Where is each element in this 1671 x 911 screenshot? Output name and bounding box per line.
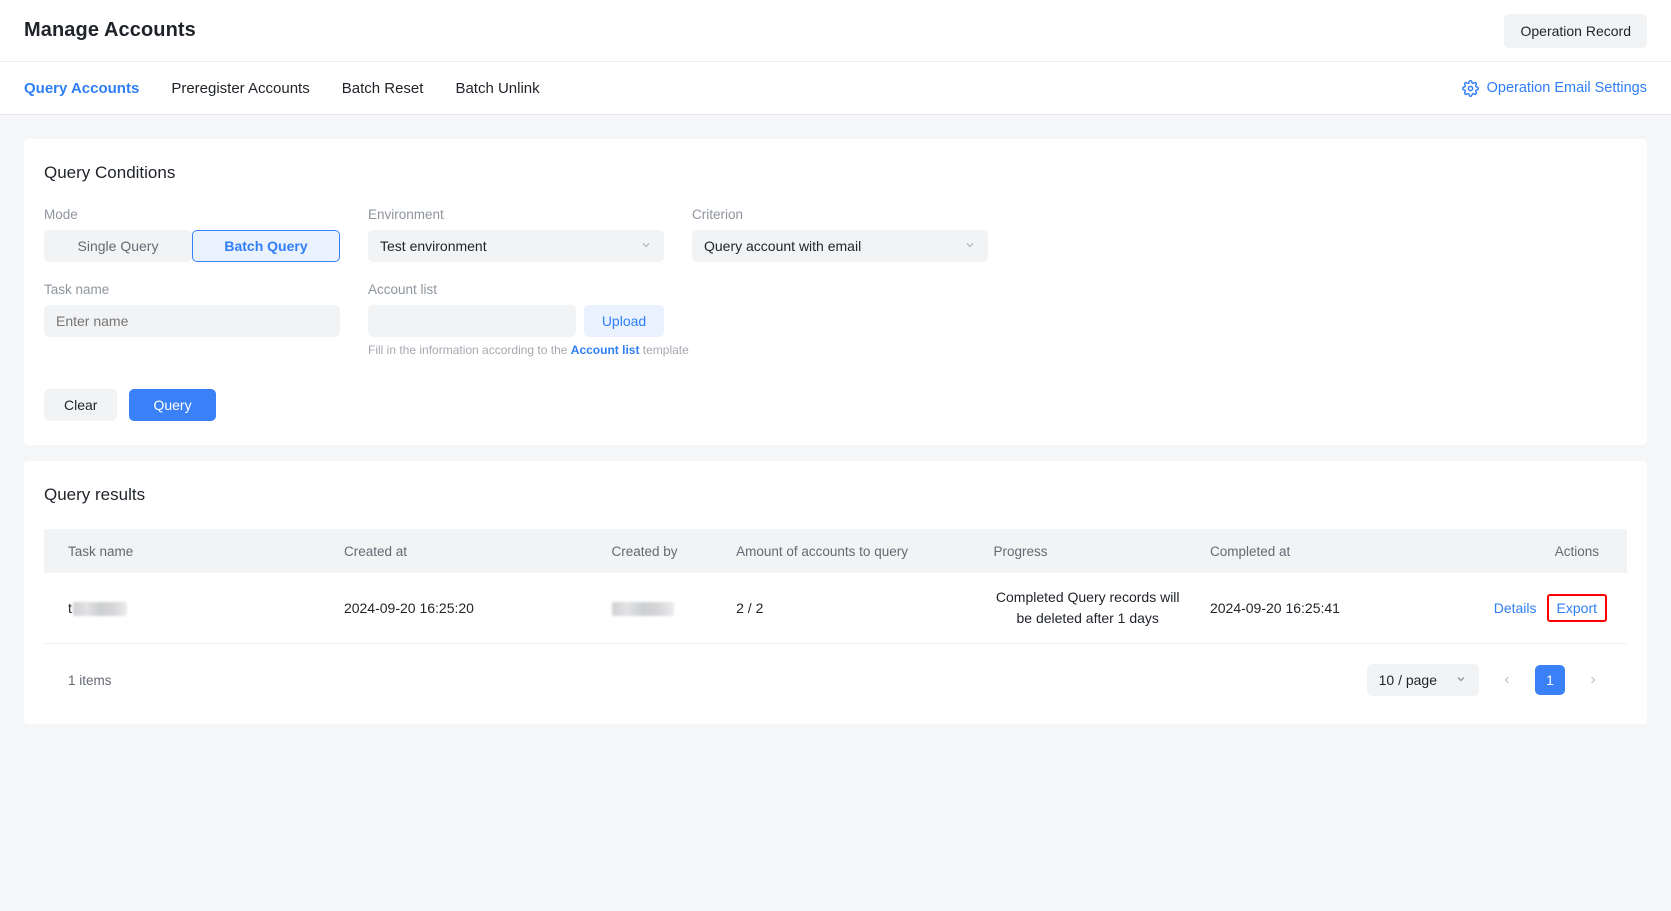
operation-email-settings-link[interactable]: Operation Email Settings: [1461, 79, 1647, 97]
query-conditions-title: Query Conditions: [44, 163, 176, 182]
pagination-page-1[interactable]: 1: [1535, 665, 1565, 695]
hint-prefix: Fill in the information according to the: [368, 343, 571, 357]
page-size-value: 10 / page: [1378, 672, 1437, 688]
column-header-created-at: Created at: [329, 529, 598, 573]
account-list-input[interactable]: [368, 305, 576, 337]
form-row-2: Task name Account list Upload Fill in th…: [44, 282, 1627, 357]
mode-option-batch-query[interactable]: Batch Query: [192, 230, 340, 262]
cell-created-at: 2024-09-20 16:25:20: [329, 573, 598, 644]
cell-created-by: [597, 573, 723, 644]
pagination-next-button[interactable]: [1579, 666, 1607, 694]
chevron-down-icon: [640, 239, 652, 253]
tab-list: Query Accounts Preregister Accounts Batc…: [24, 62, 556, 114]
field-environment: Environment Test environment: [368, 207, 692, 262]
field-criterion: Criterion Query account with email: [692, 207, 1016, 262]
details-link[interactable]: Details: [1488, 598, 1543, 618]
query-results-card: Query results Task name Created at Creat…: [24, 461, 1647, 724]
column-header-actions: Actions: [1463, 529, 1627, 573]
mode-option-single-query[interactable]: Single Query: [44, 230, 192, 262]
table-header: Task name Created at Created by Amount o…: [44, 529, 1627, 573]
redacted-task-name: [72, 602, 127, 617]
query-results-title: Query results: [44, 485, 146, 504]
field-mode: Mode Single Query Batch Query: [44, 207, 368, 262]
task-name-visible-text: t: [68, 599, 72, 616]
gear-icon: [1461, 79, 1479, 97]
content-area: Query Conditions Mode Single Query Batch…: [0, 115, 1671, 748]
tab-batch-unlink[interactable]: Batch Unlink: [439, 62, 555, 114]
chevron-down-icon: [1455, 673, 1467, 687]
operation-record-button[interactable]: Operation Record: [1504, 13, 1647, 48]
field-account-list: Account list Upload Fill in the informat…: [368, 282, 692, 357]
account-list-row: Upload: [368, 305, 692, 337]
chevron-down-icon: [964, 239, 976, 253]
environment-select[interactable]: Test environment: [368, 230, 664, 262]
hint-suffix: template: [639, 343, 689, 357]
tab-query-accounts[interactable]: Query Accounts: [24, 62, 155, 114]
column-header-task-name: Task name: [44, 529, 330, 573]
pagination-prev-button[interactable]: [1493, 666, 1521, 694]
operation-email-settings-label: Operation Email Settings: [1486, 80, 1647, 96]
redacted-created-by: [611, 602, 674, 617]
form-row-1: Mode Single Query Batch Query Environmen…: [44, 207, 1627, 262]
cell-progress: Completed Query records will be deleted …: [979, 573, 1196, 644]
table-header-row: Task name Created at Created by Amount o…: [44, 529, 1627, 573]
items-count: 1 items: [68, 672, 112, 688]
cell-task-name: t: [44, 573, 330, 644]
clear-button[interactable]: Clear: [44, 389, 118, 421]
export-highlight-box: Export: [1546, 594, 1607, 622]
account-list-hint: Fill in the information according to the…: [368, 343, 692, 357]
query-results-table: Task name Created at Created by Amount o…: [44, 529, 1627, 644]
pager: 10 / page 1: [1366, 664, 1607, 696]
page-size-select[interactable]: 10 / page: [1366, 664, 1479, 696]
page-title: Manage Accounts: [24, 19, 196, 41]
account-list-label: Account list: [368, 282, 438, 297]
criterion-selected-value: Query account with email: [704, 238, 862, 254]
column-header-amount: Amount of accounts to query: [722, 529, 980, 573]
tab-batch-reset[interactable]: Batch Reset: [326, 62, 440, 114]
pagination-bar: 1 items 10 / page 1: [44, 644, 1627, 700]
environment-label: Environment: [368, 207, 444, 222]
field-task-name: Task name: [44, 282, 368, 357]
column-header-progress: Progress: [979, 529, 1196, 573]
environment-selected-value: Test environment: [380, 238, 487, 254]
query-button[interactable]: Query: [129, 389, 216, 421]
mode-segmented-control: Single Query Batch Query: [44, 230, 340, 262]
table-body: t 2024-09-20 16:25:20 2 / 2 Completed Qu…: [44, 573, 1627, 644]
cell-actions: Details Export: [1463, 573, 1627, 644]
export-link[interactable]: Export: [1557, 600, 1597, 616]
account-list-template-link[interactable]: Account list: [571, 343, 640, 357]
table-row: t 2024-09-20 16:25:20 2 / 2 Completed Qu…: [44, 573, 1627, 644]
criterion-label: Criterion: [692, 207, 744, 222]
row-actions: Details Export: [1488, 594, 1627, 622]
criterion-select[interactable]: Query account with email: [692, 230, 988, 262]
tab-preregister-accounts[interactable]: Preregister Accounts: [155, 62, 325, 114]
tab-bar: Query Accounts Preregister Accounts Batc…: [0, 62, 1671, 115]
form-buttons: Clear Query: [44, 389, 1627, 421]
upload-button[interactable]: Upload: [584, 305, 664, 337]
page-header: Manage Accounts Operation Record: [0, 0, 1671, 62]
cell-completed-at: 2024-09-20 16:25:41: [1195, 573, 1464, 644]
task-name-input[interactable]: [44, 305, 340, 337]
cell-amount: 2 / 2: [722, 573, 980, 644]
query-conditions-card: Query Conditions Mode Single Query Batch…: [24, 139, 1647, 445]
column-header-completed-at: Completed at: [1195, 529, 1464, 573]
column-header-created-by: Created by: [597, 529, 723, 573]
mode-label: Mode: [44, 207, 78, 222]
task-name-label: Task name: [44, 282, 110, 297]
